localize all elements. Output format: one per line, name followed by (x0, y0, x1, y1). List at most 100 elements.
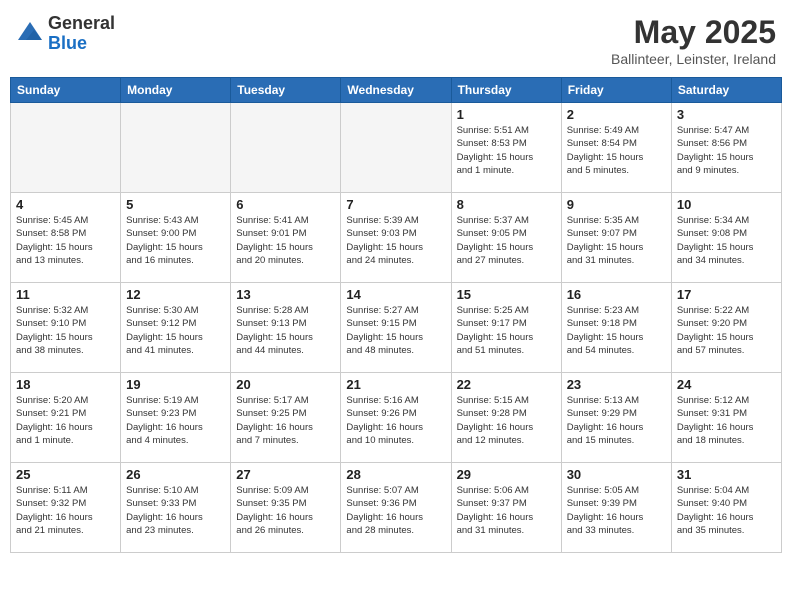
day-number: 21 (346, 377, 445, 392)
calendar-week-row: 25Sunrise: 5:11 AM Sunset: 9:32 PM Dayli… (11, 463, 782, 553)
day-detail: Sunrise: 5:30 AM Sunset: 9:12 PM Dayligh… (126, 304, 225, 357)
day-number: 2 (567, 107, 666, 122)
calendar-cell: 14Sunrise: 5:27 AM Sunset: 9:15 PM Dayli… (341, 283, 451, 373)
weekday-header: Tuesday (231, 78, 341, 103)
calendar-cell: 30 Sunrise: 5:05 AM Sunset: 9:39 PM Dayli… (561, 463, 671, 553)
day-detail: Sunrise: 5:06 AM Sunset: 9:37 PM Dayligh… (457, 484, 556, 537)
day-number: 3 (677, 107, 776, 122)
day-number: 1 (457, 107, 556, 122)
day-detail: Sunrise: 5:22 AM Sunset: 9:20 PM Dayligh… (677, 304, 776, 357)
calendar-cell: 12 Sunrise: 5:30 AM Sunset: 9:12 PM Dayli… (121, 283, 231, 373)
weekday-header: Sunday (11, 78, 121, 103)
calendar-cell: 3Sunrise: 5:47 AM Sunset: 8:56 PM Daylig… (671, 103, 781, 193)
day-detail: Sunrise: 5:09 AM Sunset: 9:35 PM Dayligh… (236, 484, 335, 537)
day-detail: Sunrise: 5:17 AM Sunset: 9:25 PM Dayligh… (236, 394, 335, 447)
calendar-cell: 20 Sunrise: 5:17 AM Sunset: 9:25 PM Dayli… (231, 373, 341, 463)
calendar-cell: 29Sunrise: 5:06 AM Sunset: 9:37 PM Dayli… (451, 463, 561, 553)
calendar-cell: 23 Sunrise: 5:13 AM Sunset: 9:29 PM Dayli… (561, 373, 671, 463)
calendar-week-row: 11 Sunrise: 5:32 AM Sunset: 9:10 PM Dayli… (11, 283, 782, 373)
weekday-header: Saturday (671, 78, 781, 103)
calendar-cell (231, 103, 341, 193)
day-number: 27 (236, 467, 335, 482)
day-detail: Sunrise: 5:41 AM Sunset: 9:01 PM Dayligh… (236, 214, 335, 267)
day-number: 11 (16, 287, 115, 302)
page-header: General Blue May 2025 Ballinteer, Leinst… (10, 10, 782, 71)
day-detail: Sunrise: 5:11 AM Sunset: 9:32 PM Dayligh… (16, 484, 115, 537)
day-number: 15 (457, 287, 556, 302)
day-number: 20 (236, 377, 335, 392)
day-number: 12 (126, 287, 225, 302)
calendar-cell: 18 Sunrise: 5:20 AM Sunset: 9:21 PM Dayli… (11, 373, 121, 463)
day-detail: Sunrise: 5:23 AM Sunset: 9:18 PM Dayligh… (567, 304, 666, 357)
logo-icon (16, 20, 44, 48)
day-number: 24 (677, 377, 776, 392)
day-number: 30 (567, 467, 666, 482)
calendar-cell: 11 Sunrise: 5:32 AM Sunset: 9:10 PM Dayli… (11, 283, 121, 373)
calendar-week-row: 4 Sunrise: 5:45 AM Sunset: 8:58 PM Daylig… (11, 193, 782, 283)
day-detail: Sunrise: 5:43 AM Sunset: 9:00 PM Dayligh… (126, 214, 225, 267)
logo-text: General Blue (48, 14, 115, 54)
calendar-cell: 1Sunrise: 5:51 AM Sunset: 8:53 PM Daylig… (451, 103, 561, 193)
day-number: 19 (126, 377, 225, 392)
calendar-cell: 16 Sunrise: 5:23 AM Sunset: 9:18 PM Dayli… (561, 283, 671, 373)
day-number: 23 (567, 377, 666, 392)
day-number: 4 (16, 197, 115, 212)
calendar-cell: 7 Sunrise: 5:39 AM Sunset: 9:03 PM Daylig… (341, 193, 451, 283)
weekday-header: Friday (561, 78, 671, 103)
day-detail: Sunrise: 5:35 AM Sunset: 9:07 PM Dayligh… (567, 214, 666, 267)
day-detail: Sunrise: 5:19 AM Sunset: 9:23 PM Dayligh… (126, 394, 225, 447)
weekday-header: Thursday (451, 78, 561, 103)
calendar-cell: 15 Sunrise: 5:25 AM Sunset: 9:17 PM Dayli… (451, 283, 561, 373)
day-number: 13 (236, 287, 335, 302)
day-number: 9 (567, 197, 666, 212)
calendar-cell: 26 Sunrise: 5:10 AM Sunset: 9:33 PM Dayli… (121, 463, 231, 553)
calendar-cell: 27 Sunrise: 5:09 AM Sunset: 9:35 PM Dayli… (231, 463, 341, 553)
calendar-cell: 4 Sunrise: 5:45 AM Sunset: 8:58 PM Daylig… (11, 193, 121, 283)
calendar-week-row: 18 Sunrise: 5:20 AM Sunset: 9:21 PM Dayli… (11, 373, 782, 463)
calendar-cell: 19 Sunrise: 5:19 AM Sunset: 9:23 PM Dayli… (121, 373, 231, 463)
calendar-cell: 31 Sunrise: 5:04 AM Sunset: 9:40 PM Dayli… (671, 463, 781, 553)
location: Ballinteer, Leinster, Ireland (611, 51, 776, 67)
day-number: 26 (126, 467, 225, 482)
day-number: 22 (457, 377, 556, 392)
day-detail: Sunrise: 5:25 AM Sunset: 9:17 PM Dayligh… (457, 304, 556, 357)
title-block: May 2025 Ballinteer, Leinster, Ireland (611, 14, 776, 67)
logo: General Blue (16, 14, 115, 54)
calendar-cell: 13Sunrise: 5:28 AM Sunset: 9:13 PM Dayli… (231, 283, 341, 373)
day-number: 31 (677, 467, 776, 482)
day-number: 10 (677, 197, 776, 212)
day-number: 7 (346, 197, 445, 212)
calendar-cell: 22 Sunrise: 5:15 AM Sunset: 9:28 PM Dayli… (451, 373, 561, 463)
calendar-cell: 17 Sunrise: 5:22 AM Sunset: 9:20 PM Dayli… (671, 283, 781, 373)
day-detail: Sunrise: 5:32 AM Sunset: 9:10 PM Dayligh… (16, 304, 115, 357)
day-detail: Sunrise: 5:10 AM Sunset: 9:33 PM Dayligh… (126, 484, 225, 537)
calendar-cell (121, 103, 231, 193)
calendar-cell (11, 103, 121, 193)
calendar-week-row: 1Sunrise: 5:51 AM Sunset: 8:53 PM Daylig… (11, 103, 782, 193)
weekday-header: Wednesday (341, 78, 451, 103)
calendar-cell: 25Sunrise: 5:11 AM Sunset: 9:32 PM Dayli… (11, 463, 121, 553)
calendar-cell: 21 Sunrise: 5:16 AM Sunset: 9:26 PM Dayli… (341, 373, 451, 463)
day-detail: Sunrise: 5:16 AM Sunset: 9:26 PM Dayligh… (346, 394, 445, 447)
day-number: 17 (677, 287, 776, 302)
day-number: 6 (236, 197, 335, 212)
day-number: 14 (346, 287, 445, 302)
day-detail: Sunrise: 5:45 AM Sunset: 8:58 PM Dayligh… (16, 214, 115, 267)
day-detail: Sunrise: 5:15 AM Sunset: 9:28 PM Dayligh… (457, 394, 556, 447)
day-detail: Sunrise: 5:34 AM Sunset: 9:08 PM Dayligh… (677, 214, 776, 267)
day-number: 28 (346, 467, 445, 482)
day-detail: Sunrise: 5:04 AM Sunset: 9:40 PM Dayligh… (677, 484, 776, 537)
day-detail: Sunrise: 5:37 AM Sunset: 9:05 PM Dayligh… (457, 214, 556, 267)
weekday-header: Monday (121, 78, 231, 103)
day-detail: Sunrise: 5:07 AM Sunset: 9:36 PM Dayligh… (346, 484, 445, 537)
day-detail: Sunrise: 5:13 AM Sunset: 9:29 PM Dayligh… (567, 394, 666, 447)
calendar-cell: 24 Sunrise: 5:12 AM Sunset: 9:31 PM Dayli… (671, 373, 781, 463)
day-number: 8 (457, 197, 556, 212)
day-detail: Sunrise: 5:12 AM Sunset: 9:31 PM Dayligh… (677, 394, 776, 447)
calendar-cell: 8 Sunrise: 5:37 AM Sunset: 9:05 PM Daylig… (451, 193, 561, 283)
day-number: 18 (16, 377, 115, 392)
day-detail: Sunrise: 5:20 AM Sunset: 9:21 PM Dayligh… (16, 394, 115, 447)
day-detail: Sunrise: 5:39 AM Sunset: 9:03 PM Dayligh… (346, 214, 445, 267)
day-number: 16 (567, 287, 666, 302)
day-detail: Sunrise: 5:05 AM Sunset: 9:39 PM Dayligh… (567, 484, 666, 537)
